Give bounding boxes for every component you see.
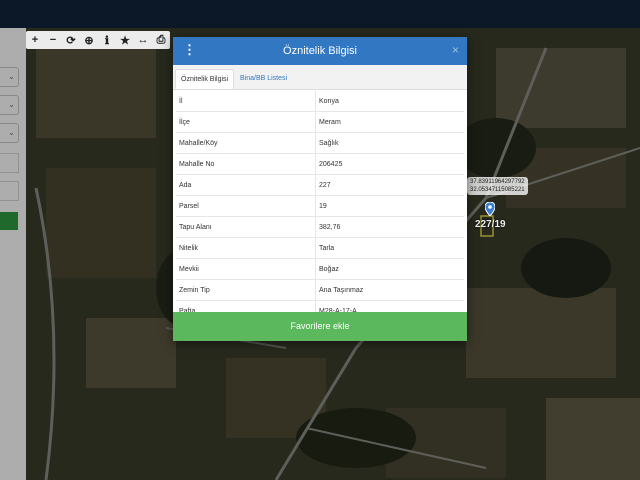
attribute-table: İl Konya İlçe Meram Mahalle/Köy Sağlık Maha… [176, 91, 464, 322]
table-row: Ada 227 [176, 174, 464, 196]
favorite-star-icon[interactable]: ★ [116, 31, 134, 49]
zoom-out-icon[interactable]: − [44, 31, 62, 49]
table-row: Nitelik Tarla [176, 237, 464, 259]
attribute-key: Parsel [176, 195, 316, 217]
attribute-key: Tapu Alanı [176, 216, 316, 238]
map-toolbar: + − ⟳ ⊕ ℹ ★ ↔ ⎙ [26, 31, 170, 49]
table-row: Mahalle No 206425 [176, 153, 464, 175]
tab-building-list[interactable]: Bina/BB Listesi [235, 69, 292, 89]
location-pin-icon[interactable] [484, 201, 496, 218]
table-row: İlçe Meram [176, 111, 464, 133]
info-icon[interactable]: ℹ [98, 31, 116, 49]
measure-icon[interactable]: ↔ [134, 31, 152, 49]
close-icon[interactable]: × [452, 43, 459, 57]
refresh-icon[interactable]: ⟳ [62, 31, 80, 49]
table-row: Tapu Alanı 382,76 [176, 216, 464, 238]
menu-dots-icon[interactable]: ⋮ [183, 43, 196, 57]
table-row: İl Konya [176, 91, 464, 112]
dialog-title: Öznitelik Bilgisi [283, 45, 357, 57]
attribute-info-dialog: Öznitelik Bilgisi ⋮ × Öznitelik Bilgisi … [173, 37, 467, 341]
parcel-number-label: 227/19 [475, 219, 506, 230]
zoom-in-icon[interactable]: + [26, 31, 44, 49]
coordinate-tooltip: 37.83911964297792 32.05347115085221 [467, 177, 528, 195]
print-icon[interactable]: ⎙ [152, 31, 170, 49]
attribute-key: Ada [176, 174, 316, 196]
attribute-value: 227 [315, 174, 464, 196]
locate-icon[interactable]: ⊕ [80, 31, 98, 49]
attribute-value: Ana Taşınmaz [315, 279, 464, 301]
attribute-value: Konya [315, 91, 464, 112]
attribute-key: İl [176, 91, 316, 112]
attribute-value: 382,76 [315, 216, 464, 238]
attribute-key: Nitelik [176, 237, 316, 259]
table-row: Zemin Tip Ana Taşınmaz [176, 279, 464, 301]
dialog-tabs: Öznitelik Bilgisi Bina/BB Listesi [173, 65, 467, 90]
attribute-key: Zemin Tip [176, 279, 316, 301]
attribute-value: 206425 [315, 153, 464, 175]
longitude-readout: 32.05347115085221 [470, 187, 525, 193]
table-row: Mevkii Boğaz [176, 258, 464, 280]
dialog-header: Öznitelik Bilgisi ⋮ × [173, 37, 467, 65]
top-navbar [0, 0, 640, 28]
attribute-key: Mevkii [176, 258, 316, 280]
tab-attribute-info[interactable]: Öznitelik Bilgisi [175, 69, 235, 89]
attribute-key: Mahalle No [176, 153, 316, 175]
attribute-value: Tarla [315, 237, 464, 259]
attribute-key: Mahalle/Köy [176, 132, 316, 154]
table-row: Parsel 19 [176, 195, 464, 217]
table-row: Mahalle/Köy Sağlık [176, 132, 464, 154]
add-to-favorites-button[interactable]: Favorilere ekle [173, 312, 467, 341]
attribute-value: Meram [315, 111, 464, 133]
attribute-value: Sağlık [315, 132, 464, 154]
attribute-key: İlçe [176, 111, 316, 133]
attribute-value: 19 [315, 195, 464, 217]
latitude-readout: 37.83911964297792 [470, 179, 525, 185]
attribute-value: Boğaz [315, 258, 464, 280]
